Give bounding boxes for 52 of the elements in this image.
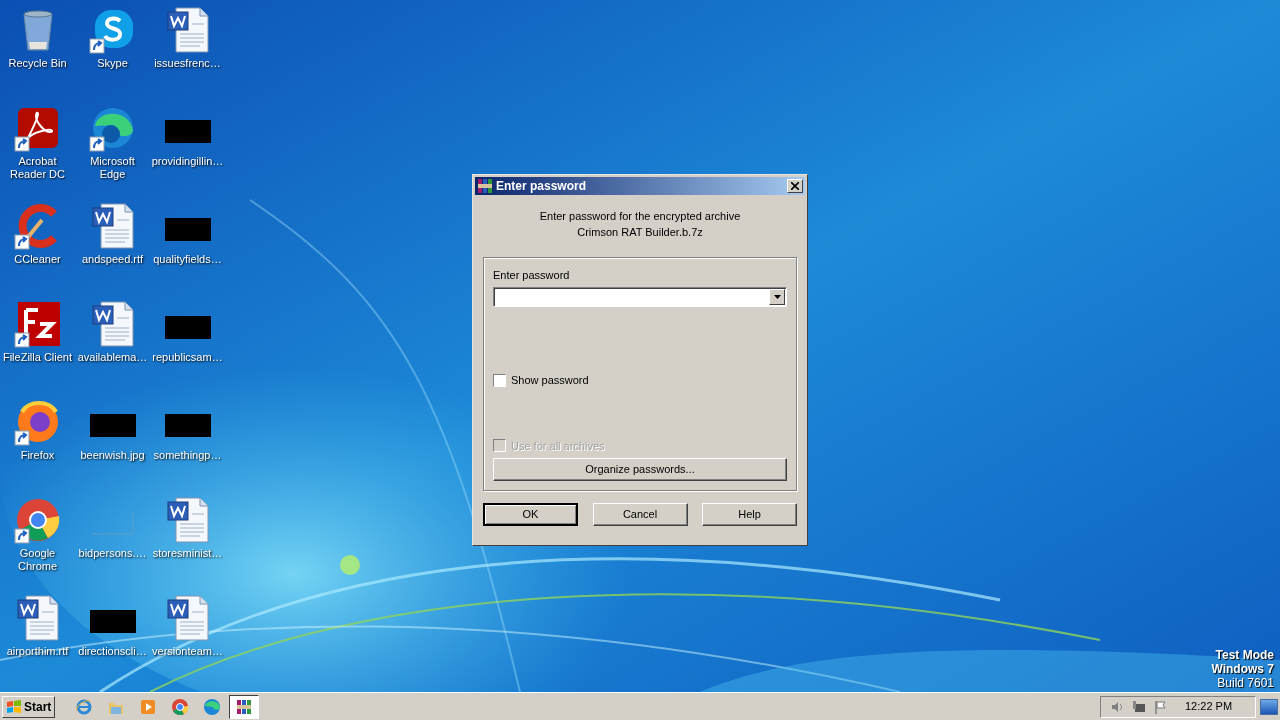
clock[interactable]: 12:22 PM [1185, 698, 1233, 715]
window-title: Enter password [496, 178, 588, 195]
icon-label[interactable]: FileZilla Client [0, 351, 75, 364]
show-desktop-button[interactable] [1260, 698, 1278, 715]
icon-label[interactable]: Google Chrome [0, 547, 75, 573]
dropdown-button[interactable] [769, 289, 785, 305]
icon-label[interactable]: airporthim.rtf [0, 645, 75, 658]
icon-label[interactable]: directionscli… [75, 645, 150, 658]
edge-browser-icon [203, 697, 222, 716]
icon-label[interactable]: republicsam… [150, 351, 225, 364]
os-notice-text: Windows 7 [1211, 662, 1274, 676]
filezilla-icon[interactable] [13, 300, 62, 348]
icon-label[interactable]: qualityfields… [150, 253, 225, 266]
windows-flag-icon [6, 699, 22, 714]
icon-label[interactable]: bidpersons.… [75, 547, 150, 560]
network-icon[interactable] [1131, 698, 1147, 715]
icon-label[interactable]: somethingp… [150, 449, 225, 462]
dialog-button[interactable]: Help [702, 503, 797, 526]
checkbox[interactable] [493, 373, 506, 387]
icon-label[interactable]: andspeed.rtf [75, 253, 150, 266]
flag-icon[interactable] [1153, 698, 1169, 715]
icon-label[interactable]: Microsoft Edge [75, 155, 150, 181]
archive-books-icon [477, 178, 493, 194]
chrome-icon [171, 697, 190, 716]
internet-explorer-icon [75, 697, 94, 716]
icon-label[interactable]: CCleaner [0, 253, 75, 266]
organize-passwords-button[interactable]: Organize passwords... [493, 458, 787, 481]
message-text: Crimson RAT Builder.b.7z [577, 225, 703, 240]
os-notice-text: Test Mode [1215, 648, 1274, 662]
icon-label[interactable]: Skype [75, 57, 150, 70]
dialog-button[interactable]: Cancel [592, 503, 688, 526]
start-button[interactable]: Start [2, 695, 56, 718]
icon-label[interactable]: availablema… [75, 351, 150, 364]
field-label: Enter password [493, 269, 571, 282]
chrome-icon[interactable] [13, 496, 62, 544]
icon-label[interactable]: beenwish.jpg [75, 449, 150, 462]
close-button[interactable] [787, 179, 803, 193]
media-player-icon [139, 697, 158, 716]
password-combobox[interactable] [493, 287, 787, 307]
checkbox-label[interactable]: Show password [511, 372, 589, 389]
archive-books-icon [235, 697, 254, 716]
dialog-button[interactable]: OK [483, 503, 578, 526]
icon-label[interactable]: Recycle Bin [0, 57, 75, 70]
taskbar-button[interactable] [229, 694, 260, 719]
icon-label[interactable]: issuesfrenc… [150, 57, 225, 70]
os-notice-text: Build 7601 [1217, 676, 1274, 690]
icon-label[interactable]: Acrobat Reader DC [0, 155, 75, 181]
close-icon [791, 182, 799, 190]
message-text: Enter password for the encrypted archive [539, 209, 741, 224]
caret-icon [773, 295, 781, 299]
icon-label[interactable]: Firefox [0, 449, 75, 462]
icon-label[interactable]: providingillin… [150, 155, 225, 168]
